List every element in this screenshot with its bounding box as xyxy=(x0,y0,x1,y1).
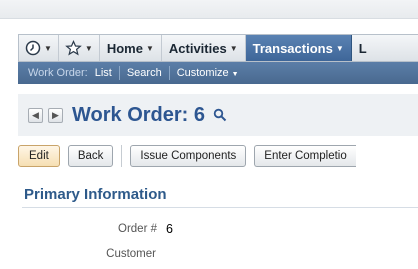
customize-label: Customize xyxy=(176,67,229,79)
chevron-down-icon: ▼ xyxy=(335,43,344,53)
search-link[interactable]: Search xyxy=(120,67,169,79)
chevron-down-icon: ▼ xyxy=(44,43,52,53)
previous-record-button[interactable]: ◀ xyxy=(28,107,43,123)
triangle-left-icon: ◀ xyxy=(32,109,39,120)
enter-completion-button[interactable]: Enter Completio xyxy=(254,145,356,167)
browser-top-band xyxy=(0,0,418,19)
action-button-bar: Edit Back Issue Components Enter Complet… xyxy=(18,143,418,169)
recent-records-menu[interactable]: ▼ xyxy=(19,35,59,61)
edit-button[interactable]: Edit xyxy=(18,145,60,167)
chevron-down-icon: ▼ xyxy=(231,71,239,78)
order-number-label: Order # xyxy=(118,223,157,235)
favorites-menu[interactable]: ▼ xyxy=(59,35,100,61)
clock-icon xyxy=(25,40,41,56)
record-type-label: Work Order: xyxy=(28,67,88,79)
customer-label: Customer xyxy=(106,248,156,260)
nav-next-tab[interactable]: L xyxy=(352,35,367,61)
nav-home-label: Home xyxy=(106,40,143,56)
main-nav-bar: ▼ ▼ Home ▼ Activities ▼ Transactions ▼ L xyxy=(18,34,418,62)
list-link[interactable]: List xyxy=(95,67,119,79)
page-title: Work Order: 6 xyxy=(72,103,205,126)
nav-activities[interactable]: Activities ▼ xyxy=(162,35,246,61)
section-divider xyxy=(22,207,418,208)
star-icon xyxy=(65,40,82,56)
section-title: Primary Information xyxy=(24,186,167,203)
nav-next-tab-label: L xyxy=(358,40,367,56)
chevron-down-icon: ▼ xyxy=(145,43,154,53)
nav-activities-label: Activities xyxy=(168,40,227,56)
chevron-down-icon: ▼ xyxy=(229,43,238,53)
record-title-bar: ◀ ▶ Work Order: 6 xyxy=(18,94,418,136)
back-button[interactable]: Back xyxy=(67,145,114,167)
nav-home[interactable]: Home ▼ xyxy=(100,35,162,61)
customize-menu[interactable]: Customize ▼ xyxy=(170,67,246,79)
issue-components-button[interactable]: Issue Components xyxy=(130,145,247,167)
next-record-button[interactable]: ▶ xyxy=(48,107,63,123)
record-search-button[interactable] xyxy=(213,108,227,122)
order-number-value: 6 xyxy=(166,222,173,236)
triangle-right-icon: ▶ xyxy=(52,109,59,120)
nav-transactions-label: Transactions xyxy=(252,40,333,56)
nav-transactions[interactable]: Transactions ▼ xyxy=(245,35,352,61)
chevron-down-icon: ▼ xyxy=(84,43,93,53)
magnifier-icon xyxy=(213,108,227,122)
record-sub-nav: Work Order: List Search Customize ▼ xyxy=(18,62,418,84)
divider xyxy=(121,145,123,167)
